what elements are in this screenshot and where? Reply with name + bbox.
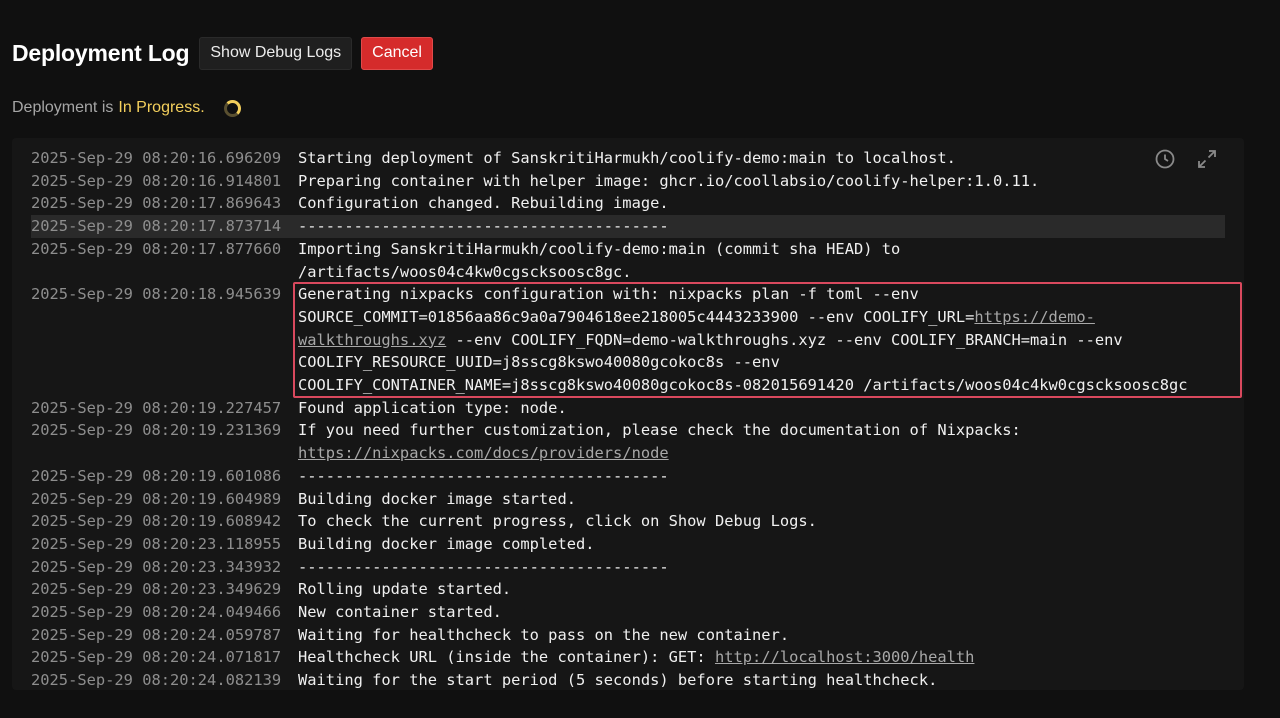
log-timestamp: 2025-Sep-29 08:20:19.608942: [31, 512, 282, 531]
log-line: 2025-Sep-29 08:20:19.227457 Found applica…: [31, 397, 1225, 420]
log-timestamp: 2025-Sep-29 08:20:18.945639: [31, 285, 282, 304]
log-line: 2025-Sep-29 08:20:16.914801 Preparing con…: [31, 170, 1225, 193]
log-line: 2025-Sep-29 08:20:19.231369 If you need f…: [31, 419, 1225, 464]
log-message-text: If you need further customization, pleas…: [298, 421, 1031, 440]
log-message-text: Generating nixpacks configuration with: …: [298, 285, 975, 326]
log-timestamp: 2025-Sep-29 08:20:16.914801: [31, 171, 282, 190]
log-timestamp: 2025-Sep-29 08:20:17.877660: [31, 239, 282, 258]
log-timestamp: 2025-Sep-29 08:20:16.696209: [31, 149, 282, 167]
log-timestamp: 2025-Sep-29 08:20:23.349629: [31, 580, 282, 599]
log-message: Waiting for the start period (5 seconds)…: [298, 671, 938, 690]
log-link[interactable]: http://localhost:3000/health: [715, 648, 974, 666]
page-title: Deployment Log: [12, 39, 190, 66]
log-timestamp: 2025-Sep-29 08:20:24.049466: [31, 603, 282, 622]
log-message: Found application type: node.: [298, 398, 567, 417]
log-link[interactable]: https://nixpacks.com/docs/providers/node: [298, 444, 669, 462]
log-timestamp: 2025-Sep-29 08:20:23.118955: [31, 534, 282, 553]
log-line: 2025-Sep-29 08:20:24.082139 Waiting for t…: [31, 669, 1225, 690]
log-line: 2025-Sep-29 08:20:17.869643 Configuration…: [31, 192, 1225, 215]
log-message: Generating nixpacks configuration with: …: [298, 283, 1225, 397]
log-line: 2025-Sep-29 08:20:18.945639 Generating ni…: [31, 282, 1242, 398]
log-line: 2025-Sep-29 08:20:23.349629 Rolling updat…: [31, 578, 1225, 601]
log-panel[interactable]: 2025-Sep-29 08:20:16.696209 Starting depl…: [12, 138, 1244, 690]
log-message: Starting deployment of SanskritiHarmukh/…: [298, 149, 956, 167]
log-timestamp: 2025-Sep-29 08:20:24.082139: [31, 671, 282, 690]
log-timestamp: 2025-Sep-29 08:20:19.604989: [31, 489, 282, 508]
log-message: Configuration changed. Rebuilding image.: [298, 194, 669, 213]
log-timestamp: 2025-Sep-29 08:20:19.231369: [31, 421, 282, 440]
status-state: In Progress.: [118, 99, 205, 116]
log-timestamp: 2025-Sep-29 08:20:23.343932: [31, 557, 282, 576]
log-line: 2025-Sep-29 08:20:19.608942 To check the …: [31, 510, 1225, 533]
log-line: 2025-Sep-29 08:20:19.604989 Building dock…: [31, 488, 1225, 511]
log-line: 2025-Sep-29 08:20:19.601086 -------------…: [31, 465, 1225, 488]
log-message: ----------------------------------------: [298, 557, 669, 576]
log-message: If you need further customization, pleas…: [298, 419, 1225, 464]
log-message: To check the current progress, click on …: [298, 512, 817, 531]
log-message: Building docker image started.: [298, 489, 576, 508]
loading-spinner-icon: [223, 99, 241, 117]
show-debug-logs-button[interactable]: Show Debug Logs: [199, 36, 353, 70]
bottom-edge: [0, 690, 1280, 718]
log-timestamp: 2025-Sep-29 08:20:24.059787: [31, 625, 282, 644]
log-line: 2025-Sep-29 08:20:16.696209 Starting depl…: [31, 147, 1225, 170]
log-message: Importing SanskritiHarmukh/coolify-demo:…: [298, 239, 910, 281]
log-timestamp: 2025-Sep-29 08:20:17.869643: [31, 194, 282, 213]
log-message: Rolling update started.: [298, 580, 512, 599]
log-timestamp: 2025-Sep-29 08:20:19.601086: [31, 466, 282, 485]
cancel-button[interactable]: Cancel: [361, 36, 433, 70]
log-message-text: Healthcheck URL (inside the container): …: [298, 648, 715, 667]
log-line: 2025-Sep-29 08:20:24.049466 New container…: [31, 601, 1225, 624]
log-line: 2025-Sep-29 08:20:23.118955 Building dock…: [31, 533, 1225, 556]
log-message: Building docker image completed.: [298, 534, 595, 553]
log-line: 2025-Sep-29 08:20:17.873714 -------------…: [31, 215, 1225, 238]
log-message: ----------------------------------------: [298, 466, 669, 485]
log-line: 2025-Sep-29 08:20:17.877660 Importing San…: [31, 238, 1225, 283]
log-timestamp: 2025-Sep-29 08:20:19.227457: [31, 398, 282, 417]
log-line: 2025-Sep-29 08:20:23.343932 -------------…: [31, 556, 1225, 579]
log-timestamp: 2025-Sep-29 08:20:24.071817: [31, 648, 282, 667]
log-message: Preparing container with helper image: g…: [298, 171, 1040, 190]
log-lines: 2025-Sep-29 08:20:16.696209 Starting depl…: [31, 147, 1242, 690]
log-line: 2025-Sep-29 08:20:24.059787 Waiting for h…: [31, 624, 1225, 647]
log-message: Waiting for healthcheck to pass on the n…: [298, 625, 790, 644]
log-timestamp: 2025-Sep-29 08:20:17.873714: [31, 217, 282, 236]
log-message: New container started.: [298, 603, 502, 622]
log-line: 2025-Sep-29 08:20:24.071817 Healthcheck U…: [31, 646, 1225, 669]
log-message: Healthcheck URL (inside the container): …: [298, 646, 1225, 669]
status-prefix: Deployment is: [12, 99, 114, 116]
log-message: ----------------------------------------: [298, 217, 669, 236]
page-header: Deployment Log Show Debug Logs Cancel: [12, 36, 433, 70]
deployment-status: Deployment is In Progress.: [12, 98, 241, 118]
